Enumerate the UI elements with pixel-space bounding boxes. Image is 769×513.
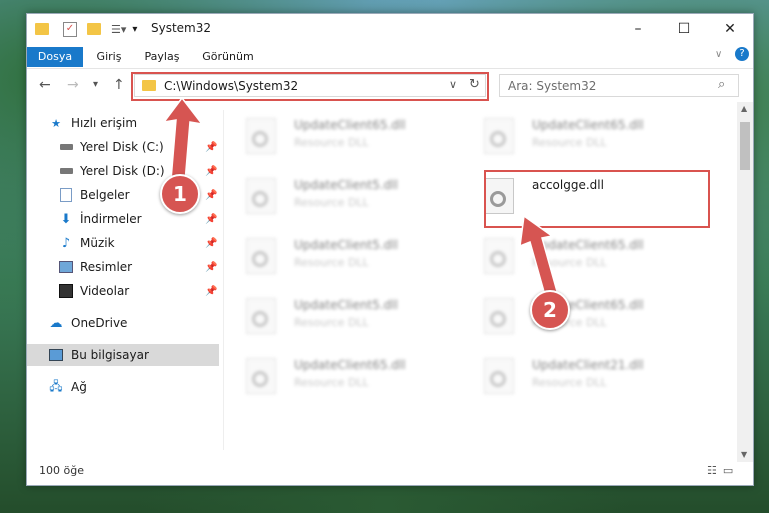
- customize-icon[interactable]: ☰▾: [111, 23, 126, 36]
- dll-file-icon: [246, 118, 276, 154]
- file-name: UpdateClient65.dll: [294, 118, 406, 132]
- dll-file-icon: [246, 238, 276, 274]
- file-item[interactable]: UpdateClient65.dll Resource DLL: [462, 116, 682, 164]
- view-switcher: ☷ ▭: [707, 464, 733, 477]
- search-placeholder: Ara: System32: [508, 79, 597, 93]
- video-icon: [59, 284, 73, 298]
- music-icon: ♪: [61, 235, 71, 251]
- tab-file[interactable]: Dosya: [27, 47, 83, 67]
- file-name: UpdateClient5.dll: [294, 238, 398, 252]
- file-description: Resource DLL: [294, 196, 369, 209]
- sidebar-item-label: İndirmeler: [80, 212, 142, 226]
- dll-file-icon: [246, 358, 276, 394]
- file-name: UpdateClient65.dll: [532, 118, 644, 132]
- file-item[interactable]: UpdateClient5.dll Resource DLL: [224, 176, 444, 224]
- dll-file-icon: [484, 358, 514, 394]
- minimize-button[interactable]: –: [615, 14, 661, 44]
- file-item[interactable]: UpdateClient5.dll Resource DLL: [224, 236, 444, 284]
- file-name: UpdateClient65.dll: [294, 358, 406, 372]
- tab-view[interactable]: Görünüm: [197, 47, 259, 67]
- sidebar-item-label: Ağ: [71, 380, 87, 394]
- download-icon: ⬇: [60, 211, 72, 227]
- ribbon-expand-icon[interactable]: ∨: [715, 49, 722, 60]
- details-view-icon[interactable]: ☷: [707, 464, 717, 477]
- sidebar-item-network[interactable]: 🖧 Ağ: [27, 376, 219, 398]
- pin-icon: 📌: [205, 237, 218, 249]
- tab-home[interactable]: Giriş: [89, 47, 129, 67]
- file-item[interactable]: UpdateClient65.dll Resource DLL: [224, 116, 444, 164]
- recent-locations-icon[interactable]: ▾: [93, 79, 98, 90]
- file-description: Resource DLL: [532, 136, 607, 149]
- close-button[interactable]: ✕: [707, 14, 753, 44]
- back-icon[interactable]: ←: [39, 77, 51, 93]
- network-icon: 🖧: [49, 378, 63, 393]
- sidebar-item-onedrive[interactable]: ☁ OneDrive: [27, 312, 219, 334]
- cloud-icon: ☁: [49, 315, 63, 331]
- step1-badge: 1: [160, 174, 200, 214]
- search-input[interactable]: Ara: System32 ⌕: [499, 74, 739, 97]
- dll-file-icon: [484, 118, 514, 154]
- file-name: UpdateClient5.dll: [294, 298, 398, 312]
- file-item[interactable]: UpdateClient65.dll Resource DLL: [224, 356, 444, 404]
- sidebar-item-label: OneDrive: [71, 316, 128, 330]
- drive-icon: [59, 141, 73, 153]
- up-icon[interactable]: ↑: [113, 77, 125, 93]
- pin-icon: 📌: [205, 261, 218, 273]
- window-title: System32: [151, 21, 212, 35]
- file-description: Resource DLL: [294, 136, 369, 149]
- forward-icon[interactable]: →: [67, 77, 79, 93]
- sidebar-item-label: Videolar: [80, 284, 130, 298]
- scroll-down-icon[interactable]: ▼: [741, 450, 747, 459]
- pin-icon: 📌: [205, 213, 218, 225]
- dll-file-icon: [246, 298, 276, 334]
- file-item[interactable]: UpdateClient21.dll Resource DLL: [462, 356, 682, 404]
- file-description: Resource DLL: [294, 316, 369, 329]
- documents-icon: [59, 188, 73, 202]
- ribbon: Dosya Giriş Paylaş Görünüm ∨ ?: [27, 44, 753, 69]
- large-icons-view-icon[interactable]: ▭: [723, 464, 733, 477]
- file-description: Resource DLL: [294, 376, 369, 389]
- file-item[interactable]: UpdateClient5.dll Resource DLL: [224, 296, 444, 344]
- sidebar-item-label: Resimler: [80, 260, 133, 274]
- step2-badge: 2: [530, 290, 570, 330]
- sidebar-item-this-pc[interactable]: Bu bilgisayar: [27, 344, 219, 366]
- file-description: Resource DLL: [532, 376, 607, 389]
- computer-icon: [49, 349, 63, 361]
- file-name: UpdateClient21.dll: [532, 358, 644, 372]
- sidebar-item-label: Bu bilgisayar: [71, 348, 149, 362]
- star-icon: ★: [51, 116, 61, 130]
- maximize-button[interactable]: ☐: [661, 14, 707, 44]
- scroll-up-icon[interactable]: ▲: [741, 104, 747, 113]
- file-description: Resource DLL: [294, 256, 369, 269]
- sidebar-item-label: Müzik: [80, 236, 115, 250]
- pictures-icon: [59, 261, 73, 273]
- dll-file-icon: [246, 178, 276, 214]
- sidebar-item-videos[interactable]: Videolar 📌: [27, 280, 219, 302]
- new-folder-icon[interactable]: [87, 23, 101, 35]
- item-count: 100 öğe: [39, 464, 84, 477]
- folder-icon[interactable]: [35, 23, 49, 35]
- sidebar-item-pictures[interactable]: Resimler 📌: [27, 256, 219, 278]
- sidebar-item-downloads[interactable]: ⬇ İndirmeler 📌: [27, 208, 219, 230]
- properties-icon[interactable]: ✓: [63, 21, 77, 37]
- sidebar-item-label: Belgeler: [80, 188, 130, 202]
- chevron-down-icon[interactable]: ▾: [132, 24, 137, 35]
- file-name: UpdateClient5.dll: [294, 178, 398, 192]
- tab-share[interactable]: Paylaş: [137, 47, 187, 67]
- file-list: UpdateClient65.dll Resource DLL UpdateCl…: [224, 102, 735, 462]
- sidebar-item-music[interactable]: ♪ Müzik 📌: [27, 232, 219, 254]
- sidebar-item-label: Hızlı erişim: [71, 116, 138, 130]
- vertical-scrollbar[interactable]: ▲ ▼: [737, 102, 753, 462]
- help-icon[interactable]: ?: [735, 47, 749, 61]
- pin-icon: 📌: [205, 285, 218, 297]
- quick-access-toolbar: ✓ ☰▾ ▾: [35, 20, 137, 38]
- drive-icon: [59, 165, 73, 177]
- explorer-window: ✓ ☰▾ ▾ System32 – ☐ ✕ Dosya Giriş Paylaş…: [26, 13, 754, 486]
- title-bar: ✓ ☰▾ ▾ System32 – ☐ ✕: [27, 14, 753, 44]
- search-icon[interactable]: ⌕: [718, 77, 725, 92]
- scrollbar-thumb[interactable]: [740, 122, 750, 170]
